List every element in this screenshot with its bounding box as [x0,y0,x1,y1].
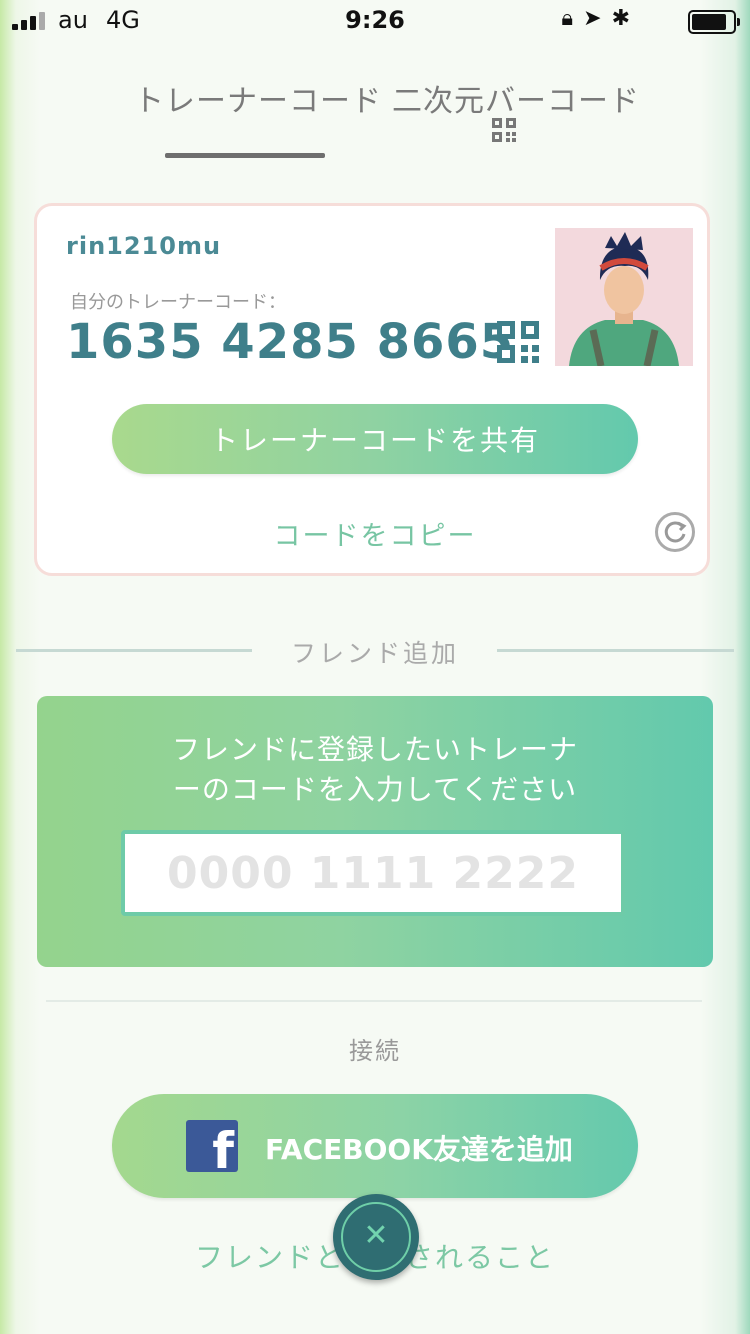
tab-qr-code[interactable]: 二次元バーコード [392,76,640,120]
battery-icon [688,10,740,34]
qr-code-icon[interactable] [492,118,516,142]
location-arrow-icon: ➤ [583,6,612,31]
bluetooth-icon: ✱ [611,6,640,31]
add-friend-prompt: フレンドに登録したいトレーナ ーのコードを入力してください [37,730,713,810]
avatar-figure [569,232,679,366]
qr-code-icon[interactable] [497,321,539,363]
prompt-line-1: フレンドに登録したいトレーナ [171,733,578,766]
rotation-lock-icon: 🔒︎ [561,6,584,31]
connect-label: 接続 [349,1037,401,1065]
close-button[interactable]: ✕ [333,1194,419,1280]
trainer-code: 1635 4285 8665 [66,314,515,370]
friend-code-input[interactable] [121,830,625,916]
status-icons: 🔒︎➤✱ [561,6,640,31]
trainer-code-label: 自分のトレーナーコード： [70,292,286,313]
close-icon: ✕ [341,1202,411,1272]
status-bar: au 4G 9:26 🔒︎➤✱ [0,0,750,40]
tab-trainer-code[interactable]: トレーナーコード [134,76,382,120]
trainer-username: rin1210mu [66,232,222,260]
facebook-icon: f [186,1120,238,1172]
share-trainer-code-button[interactable]: トレーナーコードを共有 [112,404,638,474]
trainer-avatar [555,228,693,366]
facebook-button-label: FACEBOOK友達を追加 [265,1133,573,1166]
connect-divider [46,1000,702,1002]
active-tab-indicator [165,153,325,158]
add-friend-heading: フレンド追加 [290,639,459,668]
refresh-icon[interactable] [655,512,695,552]
section-divider [497,649,734,652]
prompt-line-2: ーのコードを入力してください [172,773,578,806]
copy-code-link[interactable]: コードをコピー [0,514,750,553]
